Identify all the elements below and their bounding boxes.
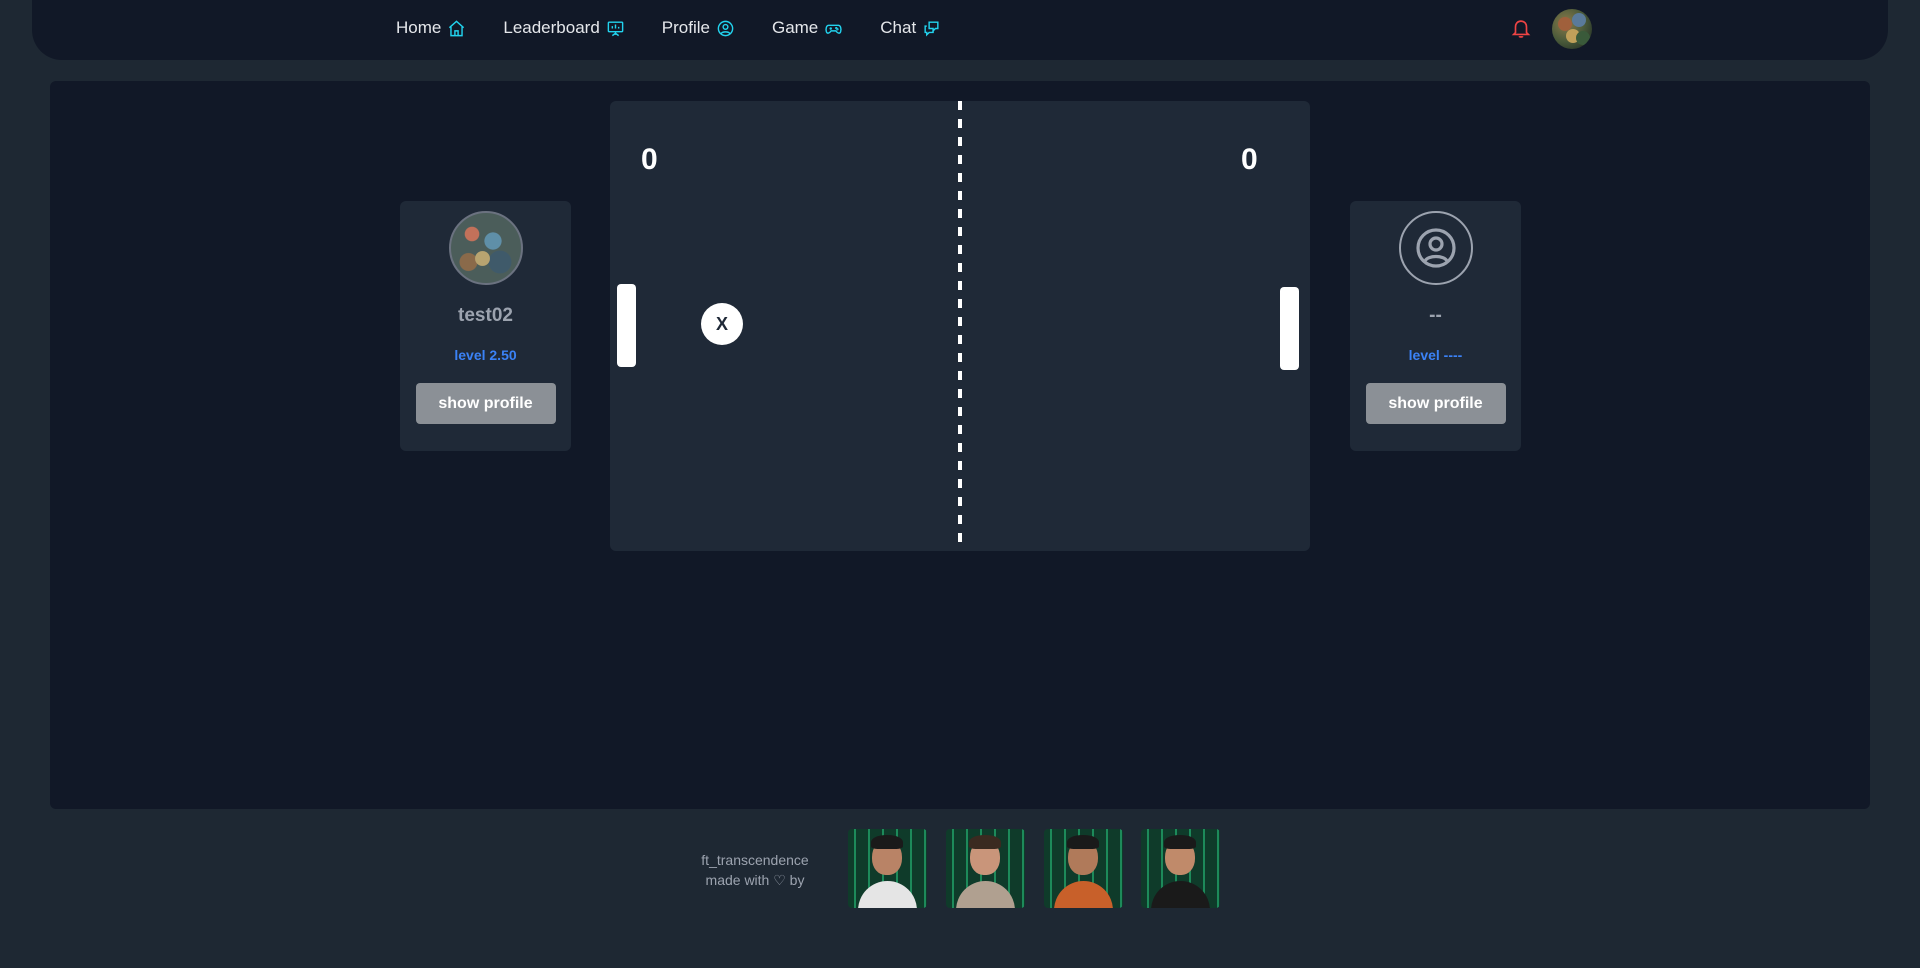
user-avatar[interactable] [1552, 9, 1592, 49]
nav-item-profile[interactable]: Profile [662, 18, 735, 38]
player-card-right: -- level ---- show profile [1350, 201, 1521, 451]
nav-item-leaderboard[interactable]: Leaderboard [503, 18, 624, 38]
opponent-level: level ---- [1408, 347, 1463, 363]
score-left: 0 [641, 143, 658, 176]
show-profile-button[interactable]: show profile [415, 383, 556, 424]
nav-item-home[interactable]: Home [396, 18, 466, 38]
nav-links: Home Leaderboard Profile Game Chat [396, 0, 978, 56]
pong-board[interactable]: 0 0 X [610, 101, 1310, 551]
score-right: 0 [1241, 143, 1258, 176]
player-card-left: test02 level 2.50 show profile [400, 201, 571, 451]
player-level: level 2.50 [454, 347, 517, 363]
chat-icon [924, 20, 939, 37]
show-profile-button[interactable]: show profile [1365, 383, 1506, 424]
nav-item-chat[interactable]: Chat [880, 18, 941, 38]
nav-label-home: Home [396, 18, 442, 37]
user-circle-icon [1415, 228, 1456, 268]
gamepad-icon [825, 24, 842, 34]
player-name: test02 [458, 305, 513, 326]
nav-label-game: Game [771, 18, 819, 37]
center-net [958, 101, 962, 551]
team-member-avatar[interactable] [1044, 829, 1123, 908]
footer-credits: ft_transcendence made with ♡ by [690, 850, 820, 890]
user-circle-icon [717, 20, 734, 36]
team-member-avatar[interactable] [848, 829, 927, 908]
nav-label-leaderboard: Leaderboard [503, 18, 600, 37]
notification-button[interactable] [1510, 17, 1532, 39]
footer-made-with: made with ♡ by [705, 872, 805, 888]
nav-label-chat: Chat [880, 18, 917, 37]
nav-label-profile: Profile [661, 18, 710, 37]
team-member-avatar[interactable] [946, 829, 1025, 908]
top-navbar: Home Leaderboard Profile Game Chat [32, 0, 1888, 60]
paddle-right [1280, 287, 1299, 370]
ball: X [701, 303, 743, 345]
ball-glyph: X [715, 314, 728, 334]
paddle-left [617, 284, 636, 367]
team-member-avatar[interactable] [1141, 829, 1220, 908]
nav-item-game[interactable]: Game [772, 18, 843, 38]
player-avatar [448, 211, 523, 285]
opponent-avatar [1398, 211, 1473, 285]
bell-icon [1511, 20, 1531, 38]
presentation-icon [607, 20, 624, 36]
home-icon [449, 19, 465, 36]
opponent-name: -- [1429, 305, 1442, 326]
footer-project-name: ft_transcendence [701, 852, 809, 868]
